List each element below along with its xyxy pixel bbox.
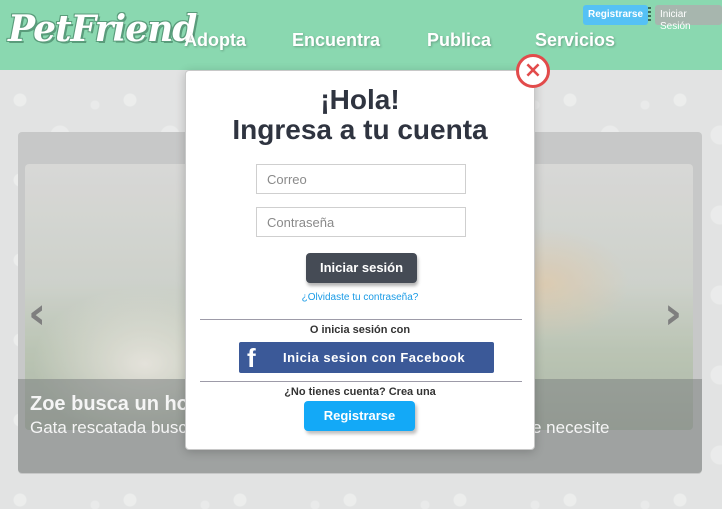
close-icon[interactable]: × — [516, 54, 550, 88]
divider — [200, 381, 522, 382]
modal-title: Ingresa a tu cuenta — [232, 114, 488, 145]
or-login-with-text: O inicia sesión con — [309, 324, 411, 336]
divider — [200, 319, 522, 320]
no-account-text: ¿No tienes cuenta? Crea una — [284, 386, 436, 398]
login-button[interactable]: Iniciar sesión — [306, 253, 417, 283]
header-register-button[interactable]: Registrarse — [583, 5, 649, 25]
nav-publica[interactable]: Publica — [427, 30, 491, 51]
register-button[interactable]: Registrarse — [304, 401, 415, 431]
facebook-login-button[interactable]: f Inicia sesion con Facebook — [239, 342, 494, 373]
site-header: PetFriend Adopta Encuentra Publica Servi… — [0, 0, 722, 70]
header-divider — [648, 7, 651, 21]
facebook-icon: f — [247, 343, 257, 373]
facebook-button-label: Inicia sesion con Facebook — [283, 350, 466, 365]
nav-encuentra[interactable]: Encuentra — [292, 30, 380, 51]
password-field[interactable] — [256, 207, 466, 237]
forgot-password-link[interactable]: ¿Olvidaste tu contraseña? — [185, 292, 535, 303]
site-logo[interactable]: PetFriend — [8, 8, 197, 50]
modal-greeting: ¡Hola! — [320, 84, 400, 115]
email-field[interactable] — [256, 164, 466, 194]
nav-servicios[interactable]: Servicios — [535, 30, 615, 51]
header-login-button[interactable]: Iniciar Sesión — [655, 5, 722, 32]
nav-adopta[interactable]: Adopta — [184, 30, 246, 51]
